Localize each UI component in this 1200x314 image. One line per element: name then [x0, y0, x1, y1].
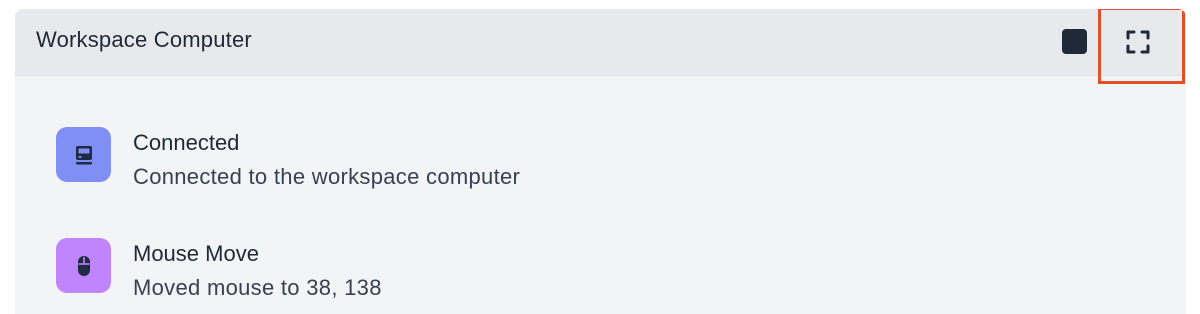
computer-icon	[56, 127, 111, 182]
event-title: Connected	[133, 130, 240, 155]
event-item-connected: Connected Connected to the workspace com…	[56, 127, 1156, 197]
panel-title: Workspace Computer	[36, 27, 252, 52]
stop-square-icon[interactable]	[1062, 29, 1087, 54]
event-title: Mouse Move	[133, 241, 259, 266]
mouse-icon	[56, 238, 111, 293]
workspace-computer-panel: Workspace Computer Connected Connected t…	[15, 9, 1186, 314]
event-description: Moved mouse to 38, 138	[133, 275, 382, 300]
event-item-mouse-move: Mouse Move Moved mouse to 38, 138	[56, 238, 1156, 308]
panel-header: Workspace Computer	[15, 9, 1186, 76]
expand-button-highlight	[1098, 9, 1185, 84]
event-description: Connected to the workspace computer	[133, 164, 521, 189]
